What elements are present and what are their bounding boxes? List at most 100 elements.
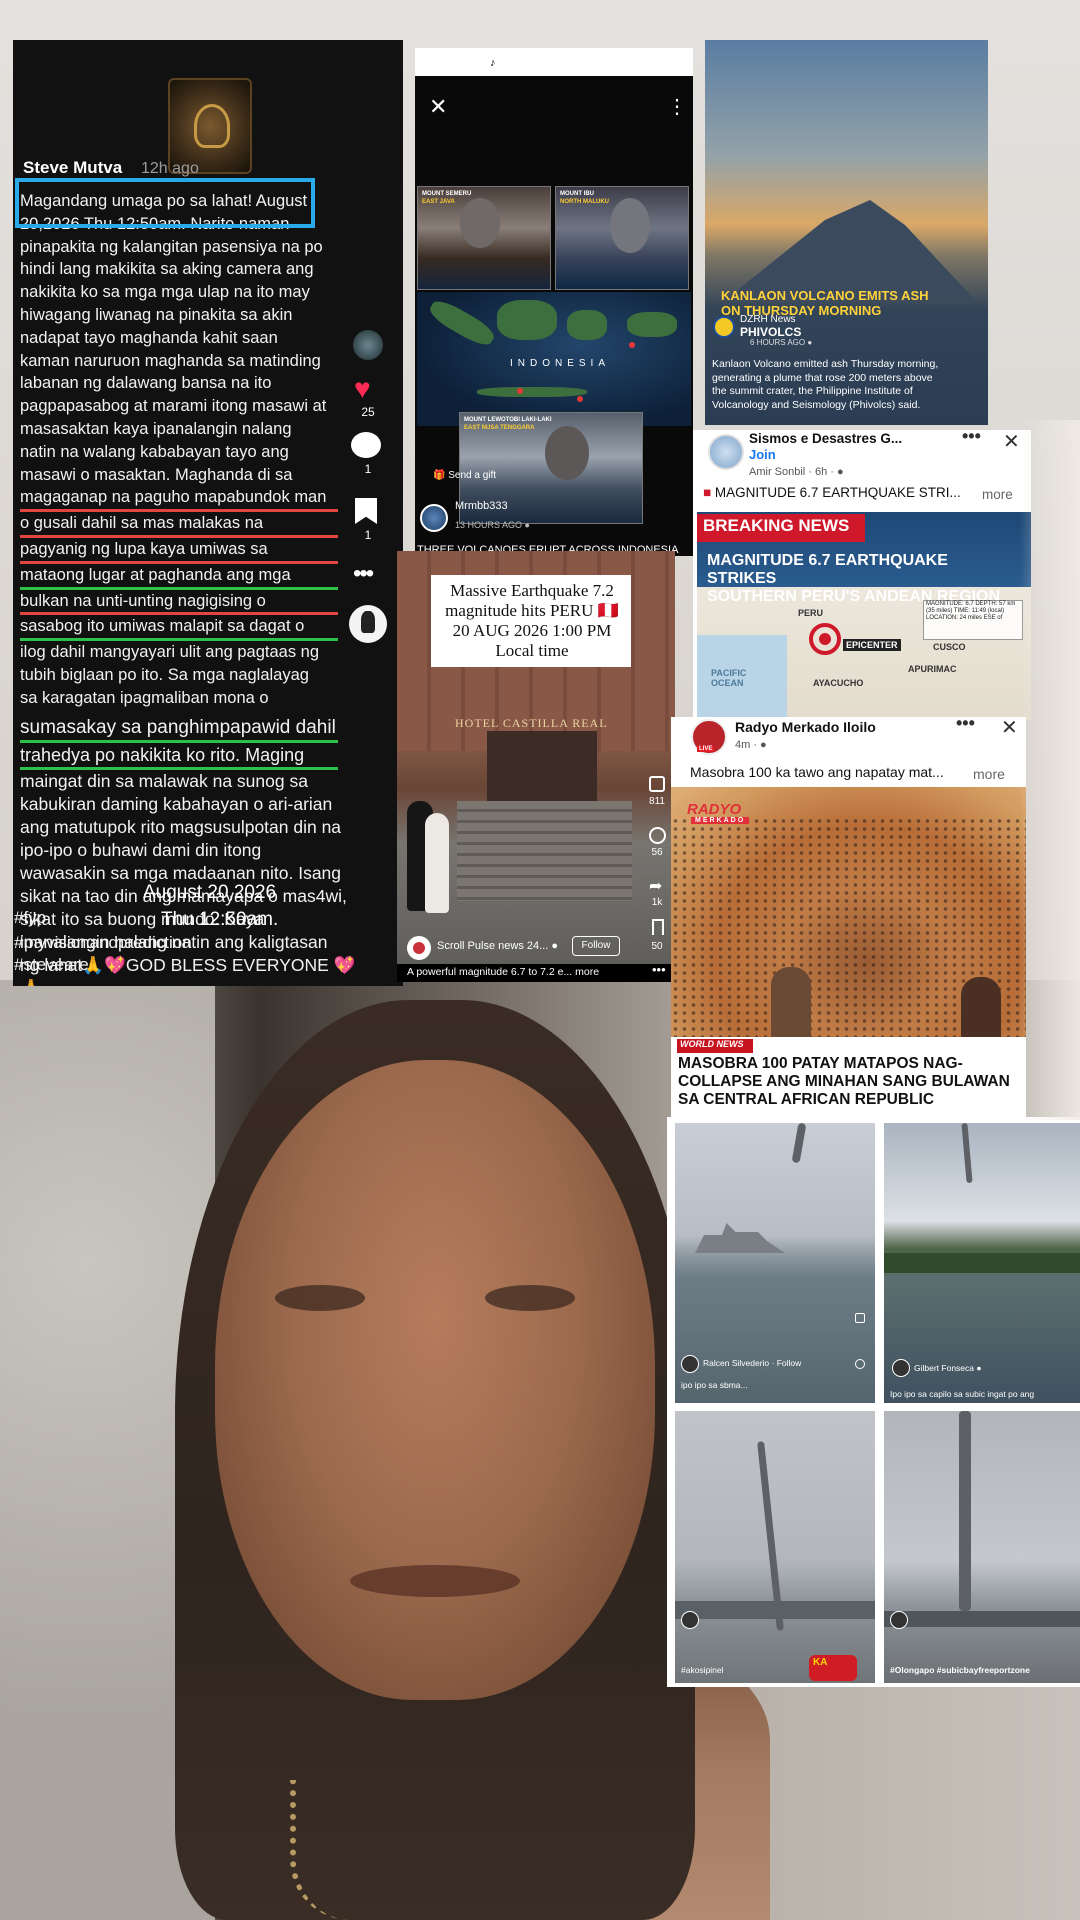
video-username[interactable]: Ralcen Silvederio · Follow bbox=[703, 1358, 801, 1368]
post-line-large: trahedya po nakikita ko rito. Maging bbox=[20, 743, 338, 770]
avatar[interactable] bbox=[892, 1359, 910, 1377]
news-source: DZRH News bbox=[740, 314, 796, 325]
more-options-icon[interactable]: ••• bbox=[353, 560, 374, 588]
comment-icon[interactable] bbox=[855, 1359, 865, 1369]
more-options-icon[interactable]: ••• bbox=[962, 430, 981, 447]
ship-silhouette bbox=[695, 1223, 785, 1253]
heart-icon[interactable]: ♥ bbox=[354, 373, 371, 405]
follow-button[interactable]: Follow bbox=[572, 936, 620, 956]
avatar[interactable] bbox=[349, 605, 387, 643]
hashtag-myvisionandprediction[interactable]: #myvisionandprediction bbox=[14, 933, 192, 953]
page-name[interactable]: Radyo Merkado Iloilo bbox=[735, 719, 876, 735]
hashtag[interactable]: #akosipinel bbox=[681, 1665, 724, 1675]
avatar[interactable] bbox=[681, 1355, 699, 1373]
send-gift-button[interactable]: 🎁 Send a gift bbox=[433, 470, 496, 481]
waterspout-video[interactable]: Gilbert Fonseca ● Ipo ipo sa capilo sa s… bbox=[884, 1123, 1080, 1403]
video-username[interactable]: Mrmbb333 bbox=[455, 500, 508, 512]
post-line: natin na walang kababayan tayo ang bbox=[20, 442, 289, 461]
news-body: Kanlaon Volcano emitted ash Thursday mor… bbox=[712, 358, 988, 412]
post-author[interactable]: Amir Sonbil · 6h · ● bbox=[749, 466, 844, 478]
post-preview: ■ MAGNITUDE 6.7 EARTHQUAKE STRI... bbox=[703, 485, 961, 500]
post-line-underlined: o gusali dahil sa mas malakas na bbox=[20, 512, 338, 538]
sound-thumbnail[interactable] bbox=[353, 330, 383, 360]
bookmark-icon[interactable] bbox=[652, 919, 664, 935]
waterspout-video[interactable]: #akosipinel bbox=[675, 1411, 875, 1683]
waterspout-video[interactable]: #Olongapo #subicbayfreeportzone bbox=[884, 1411, 1080, 1683]
comment-icon[interactable] bbox=[351, 432, 381, 458]
background-fabric bbox=[1020, 420, 1080, 1120]
avatar[interactable]: LIVE bbox=[691, 719, 727, 755]
group-name[interactable]: Sismos e Desastres G... bbox=[749, 431, 902, 446]
thumbs-up-icon[interactable] bbox=[649, 776, 665, 792]
share-count: 1k bbox=[651, 897, 663, 908]
kanlaon-news-card[interactable]: KANLAON VOLCANO EMITS ASH ON THURSDAY MO… bbox=[705, 40, 988, 425]
like-count: 811 bbox=[649, 796, 665, 807]
post-line-large: sumasakay sa panghimpapawid dahil bbox=[20, 716, 338, 743]
join-button[interactable]: Join bbox=[749, 447, 776, 462]
post-body: Magandang umaga po sa lahat! August 20,2… bbox=[20, 190, 355, 986]
share-icon[interactable]: ➦ bbox=[649, 876, 662, 896]
more-options-icon[interactable]: ••• bbox=[956, 717, 975, 734]
time-overlay: Thu 12:50am. bbox=[161, 909, 279, 930]
peru-earthquake-video-card[interactable]: Massive Earthquake 7.2 magnitude hits PE… bbox=[397, 551, 675, 982]
avatar[interactable] bbox=[890, 1611, 908, 1629]
hashtag[interactable]: #Olongapo #subicbayfreeportzone bbox=[890, 1665, 1030, 1675]
comment-icon[interactable] bbox=[649, 827, 666, 844]
close-icon[interactable]: ✕ bbox=[1003, 430, 1020, 454]
comment-count: 1 bbox=[364, 462, 372, 476]
panel-subtitle: EAST JAVA bbox=[422, 199, 455, 205]
background-person-mouth bbox=[350, 1565, 520, 1597]
like-icon[interactable] bbox=[855, 1313, 865, 1323]
breaking-news-label: BREAKING NEWS bbox=[703, 516, 850, 535]
video-username[interactable]: Gilbert Fonseca ● bbox=[914, 1363, 982, 1373]
panel-title: MOUNT SEMERU bbox=[422, 191, 472, 197]
see-more-link[interactable]: more bbox=[982, 487, 1013, 502]
post-line: tubih biglaan po ito. Sa mga naglalayag bbox=[20, 665, 309, 684]
video-description[interactable]: A powerful magnitude 6.7 to 7.2 e... mor… bbox=[407, 966, 599, 978]
phivolcs-logo bbox=[713, 316, 735, 338]
avatar[interactable] bbox=[420, 504, 448, 532]
post-username[interactable]: Steve Mutva bbox=[23, 158, 122, 178]
video-age: 13 HOURS AGO ● bbox=[455, 520, 530, 530]
radyo-logo-sub: MERKADO bbox=[691, 817, 750, 824]
post-line-large: ang matutupok rito magsusulpotan din na bbox=[20, 816, 342, 837]
post-line: masasaktan kaya ipanalangin nalang bbox=[20, 419, 292, 438]
panel-title: MOUNT IBU bbox=[560, 191, 594, 197]
close-icon[interactable]: ✕ bbox=[1001, 717, 1018, 740]
avatar[interactable] bbox=[407, 936, 431, 960]
more-options-icon[interactable]: ••• bbox=[652, 962, 666, 977]
ash-plume bbox=[545, 426, 589, 480]
radyo-merkado-post-card[interactable]: LIVE Radyo Merkado Iloilo 4m · ● ••• ✕ M… bbox=[671, 717, 1026, 1117]
post-line: sa karagatan ipagmaliban mona o bbox=[20, 688, 269, 707]
indonesia-volcano-video-card[interactable]: ♪ ✕ ⋮ MOUNT SEMERU EAST JAVA MOUNT IBU N… bbox=[415, 48, 693, 556]
see-more-link[interactable]: more bbox=[973, 766, 1005, 782]
post-line: nakikita ko sa mga mga ulap na ito may bbox=[20, 283, 310, 302]
bookmark-icon[interactable] bbox=[355, 498, 377, 524]
map-label: INDONESIA bbox=[510, 358, 611, 369]
menu-icon[interactable]: ⋮ bbox=[667, 94, 687, 119]
text-post-card[interactable]: Steve Mutva 12h ago Magandang umaga po s… bbox=[13, 40, 403, 986]
news-line: Kanlaon Volcano emitted ash Thursday mor… bbox=[712, 358, 939, 370]
video-username[interactable]: Scroll Pulse news 24... ● bbox=[437, 940, 558, 952]
like-count: 25 bbox=[361, 405, 375, 419]
ash-plume bbox=[460, 198, 500, 248]
close-icon[interactable]: ✕ bbox=[429, 94, 447, 120]
post-line: nadapat tayo maghanda kahit saan bbox=[20, 328, 278, 347]
waterspout-video-grid[interactable]: Ralcen Silvederio · Follow ipo ipo sa sb… bbox=[667, 1117, 1080, 1687]
hashtag-fyp[interactable]: #fyp bbox=[14, 908, 46, 928]
hashtag-steveare[interactable]: #steveare bbox=[14, 955, 89, 975]
sismos-post-card[interactable]: Sismos e Desastres G... Join Amir Sonbil… bbox=[693, 430, 1031, 720]
map-label: AYACUCHO bbox=[813, 678, 864, 688]
save-count: 1 bbox=[364, 528, 372, 542]
post-age: 4m · ● bbox=[735, 739, 767, 751]
avatar[interactable] bbox=[708, 434, 744, 470]
background-person-eye-left bbox=[275, 1285, 365, 1311]
post-line: pinapakita ng kalangitan pasensiya na po bbox=[20, 237, 323, 256]
news-line: generating a plume that rose 200 meters … bbox=[712, 371, 933, 384]
person-figure bbox=[961, 977, 1001, 1037]
person-figure bbox=[425, 813, 449, 913]
waterspout-video[interactable]: Ralcen Silvederio · Follow ipo ipo sa sb… bbox=[675, 1123, 875, 1403]
map-label: CUSCO bbox=[933, 642, 966, 652]
avatar[interactable] bbox=[681, 1611, 699, 1629]
post-preview-text: MAGNITUDE 6.7 EARTHQUAKE STRI... bbox=[714, 485, 961, 500]
